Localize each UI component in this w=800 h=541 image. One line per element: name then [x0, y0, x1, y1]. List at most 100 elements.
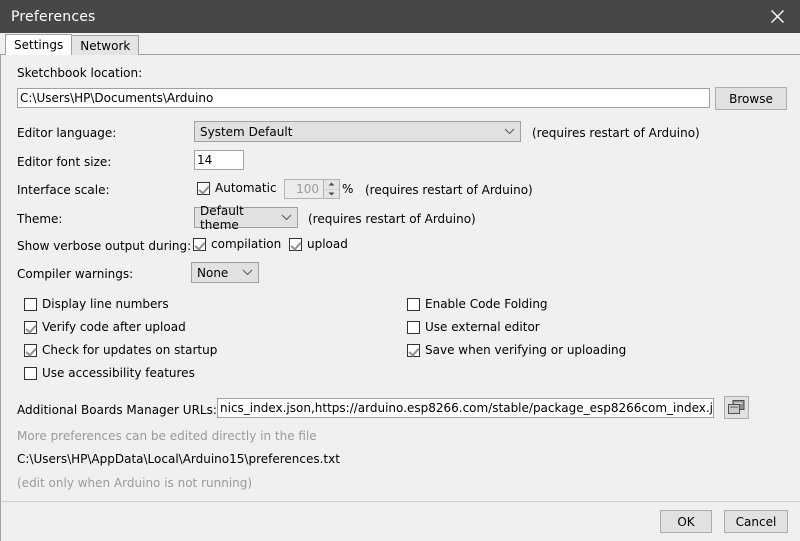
- editor-language-label-row: Editor language:: [17, 126, 116, 140]
- checkbox-box-icon: [193, 237, 206, 251]
- interface-scale-restart-note: (requires restart of Arduino): [365, 183, 533, 197]
- compiler-warnings-label-row: Compiler warnings:: [17, 267, 133, 281]
- use-external-editor-label: Use external editor: [425, 320, 540, 334]
- tab-settings[interactable]: Settings: [5, 34, 73, 55]
- checkbox-box-icon: [407, 297, 420, 311]
- verify-code-after-upload-checkbox[interactable]: Verify code after upload: [24, 320, 186, 334]
- use-accessibility-features-checkbox[interactable]: Use accessibility features: [24, 366, 195, 380]
- enable-code-folding-checkbox[interactable]: Enable Code Folding: [407, 297, 548, 311]
- editor-language-label: Editor language:: [17, 126, 117, 140]
- theme-label: Theme:: [17, 212, 63, 226]
- compiler-warnings-value: None: [197, 265, 229, 280]
- window-title: Preferences: [11, 8, 96, 25]
- sketchbook-location-label: Sketchbook location:: [17, 66, 143, 80]
- checkbox-accessibility-row: Use accessibility features: [24, 366, 195, 380]
- more-prefs-line1-row: More preferences can be edited directly …: [17, 429, 317, 443]
- compiler-warnings-label: Compiler warnings:: [17, 267, 134, 281]
- caret-up-icon: [328, 182, 335, 186]
- tab-settings-label: Settings: [14, 38, 64, 52]
- checkbox-box-icon: [24, 297, 37, 311]
- checkbox-box-icon: [407, 343, 420, 357]
- verbose-upload-checkbox[interactable]: upload: [289, 237, 348, 251]
- checkbox-check-updates-row: Check for updates on startup: [24, 343, 217, 357]
- check-for-updates-checkbox[interactable]: Check for updates on startup: [24, 343, 217, 357]
- sketchbook-location-input[interactable]: C:\Users\HP\Documents\Arduino: [17, 88, 710, 108]
- chevron-down-icon: [242, 269, 253, 276]
- checkbox-box-icon: [24, 343, 37, 357]
- theme-row: Default theme: [194, 204, 298, 232]
- browse-button[interactable]: Browse: [715, 87, 787, 110]
- editor-language-select[interactable]: System Default: [194, 121, 521, 142]
- dialog-footer: OK Cancel: [0, 501, 800, 541]
- verbose-upload-row: upload: [289, 237, 348, 251]
- use-accessibility-features-label: Use accessibility features: [42, 366, 195, 380]
- close-icon: [770, 10, 784, 23]
- use-external-editor-checkbox[interactable]: Use external editor: [407, 320, 540, 334]
- interface-scale-spinner[interactable]: 100: [284, 179, 340, 199]
- boards-urls-field-row: nics_index.json,https://arduino.esp8266.…: [217, 398, 714, 418]
- theme-label-row: Theme:: [17, 212, 62, 226]
- save-when-verifying-checkbox[interactable]: Save when verifying or uploading: [407, 343, 626, 357]
- boards-urls-icon-row: [724, 396, 749, 419]
- more-preferences-note: More preferences can be edited directly …: [17, 429, 317, 443]
- checkbox-external-editor-row: Use external editor: [407, 320, 540, 334]
- additional-boards-urls-input[interactable]: nics_index.json,https://arduino.esp8266.…: [217, 398, 714, 418]
- verbose-compilation-checkbox[interactable]: compilation: [193, 237, 281, 251]
- verbose-compilation-label: compilation: [211, 237, 282, 251]
- spinner-buttons: [323, 180, 339, 198]
- interface-scale-note-row: (requires restart of Arduino): [365, 183, 533, 197]
- close-button[interactable]: [754, 0, 800, 33]
- ok-button[interactable]: OK: [660, 510, 712, 533]
- tab-network-label: Network: [80, 39, 131, 53]
- more-prefs-line3-row: (edit only when Arduino is not running): [17, 476, 252, 490]
- checkbox-box-icon: [24, 366, 37, 380]
- editor-language-note-row: (requires restart of Arduino): [532, 126, 700, 140]
- spinner-up-button[interactable]: [324, 180, 339, 190]
- additional-boards-urls-label: Additional Boards Manager URLs:: [17, 403, 217, 417]
- checkbox-display-line-numbers-row: Display line numbers: [24, 297, 169, 311]
- tab-network[interactable]: Network: [71, 35, 140, 55]
- checkbox-code-folding-row: Enable Code Folding: [407, 297, 548, 311]
- preferences-dialog: Preferences Settings Network Sketchbook …: [0, 0, 800, 541]
- chevron-down-icon: [281, 214, 292, 221]
- theme-select[interactable]: Default theme: [194, 204, 298, 232]
- browse-row: Browse: [715, 87, 787, 110]
- verbose-label-row: Show verbose output during:: [17, 239, 191, 253]
- verbose-upload-label: upload: [307, 237, 348, 251]
- checkbox-box-icon: [407, 320, 420, 334]
- cancel-button[interactable]: Cancel: [724, 510, 788, 533]
- editor-font-size-input[interactable]: 14: [194, 150, 244, 170]
- checkbox-verify-code-row: Verify code after upload: [24, 320, 186, 334]
- display-line-numbers-checkbox[interactable]: Display line numbers: [24, 297, 169, 311]
- interface-scale-label-row: Interface scale:: [17, 183, 110, 197]
- interface-scale-automatic-label: Automatic: [215, 181, 277, 195]
- browse-button-label: Browse: [729, 91, 773, 106]
- settings-panel: Sketchbook location: C:\Users\HP\Documen…: [0, 55, 800, 501]
- sketchbook-label-row: Sketchbook location:: [17, 66, 142, 80]
- title-bar: Preferences: [0, 0, 800, 33]
- edit-only-note: (edit only when Arduino is not running): [17, 476, 253, 490]
- chevron-down-icon: [504, 128, 515, 135]
- checkbox-box-icon: [197, 181, 210, 195]
- interface-scale-auto-row: Automatic: [197, 181, 277, 195]
- open-boards-urls-list-button[interactable]: [724, 396, 749, 419]
- compiler-warnings-select[interactable]: None: [191, 262, 259, 283]
- editor-language-restart-note: (requires restart of Arduino): [532, 126, 700, 140]
- theme-note-row: (requires restart of Arduino): [308, 212, 476, 226]
- checkbox-box-icon: [289, 237, 302, 251]
- interface-scale-automatic-checkbox[interactable]: Automatic: [197, 181, 277, 195]
- windows-cascade-icon: [728, 400, 745, 414]
- enable-code-folding-label: Enable Code Folding: [425, 297, 548, 311]
- check-for-updates-label: Check for updates on startup: [42, 343, 218, 357]
- editor-font-size-label: Editor font size:: [17, 155, 112, 169]
- cancel-button-label: Cancel: [735, 514, 777, 529]
- interface-scale-spinner-row: 100 %: [284, 179, 353, 199]
- caret-down-icon: [328, 192, 335, 196]
- editor-font-size-label-row: Editor font size:: [17, 155, 111, 169]
- theme-value: Default theme: [200, 203, 244, 232]
- verbose-output-label: Show verbose output during:: [17, 239, 192, 253]
- checkbox-box-icon: [24, 320, 37, 334]
- spinner-down-button[interactable]: [324, 190, 339, 199]
- editor-font-size-row: 14: [194, 150, 244, 170]
- editor-language-row: System Default: [194, 121, 521, 142]
